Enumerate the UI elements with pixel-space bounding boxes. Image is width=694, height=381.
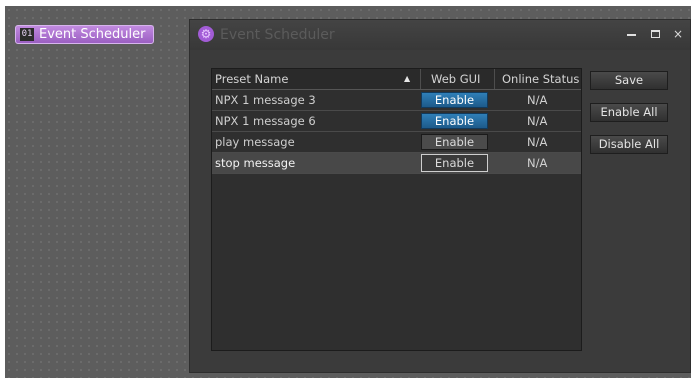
preset-name: NPX 1 message 3: [215, 93, 316, 107]
column-header-preset-name[interactable]: Preset Name: [215, 69, 288, 89]
maximize-icon: [650, 30, 660, 38]
maximize-button[interactable]: [647, 26, 663, 42]
online-status: N/A: [527, 93, 548, 107]
preset-table: Preset Name ▲ Web GUI Online Status NPX …: [211, 68, 582, 351]
disable-all-button[interactable]: Disable All: [590, 135, 668, 154]
minimize-button[interactable]: [623, 26, 639, 42]
node-number-icon: 01: [20, 28, 34, 41]
enable-button[interactable]: Enable: [421, 134, 488, 150]
window-titlebar[interactable]: ⚙ Event Scheduler ×: [190, 20, 690, 50]
enable-button[interactable]: Enable: [421, 113, 488, 129]
table-row[interactable]: NPX 1 message 6 Enable N/A: [212, 111, 581, 132]
column-header-web-gui[interactable]: Web GUI: [431, 69, 480, 89]
preset-name: stop message: [215, 156, 296, 170]
table-row[interactable]: play message Enable N/A: [212, 132, 581, 153]
event-scheduler-node[interactable]: 01 Event Scheduler: [15, 25, 154, 44]
node-label: Event Scheduler: [39, 27, 146, 42]
gear-icon: ⚙: [198, 26, 214, 42]
table-row[interactable]: NPX 1 message 3 Enable N/A: [212, 90, 581, 111]
table-row[interactable]: stop message Enable N/A: [212, 153, 581, 174]
column-divider: [494, 69, 495, 89]
preset-name: play message: [215, 135, 295, 149]
preset-name: NPX 1 message 6: [215, 114, 316, 128]
online-status: N/A: [527, 114, 548, 128]
enable-button[interactable]: Enable: [421, 154, 488, 172]
table-header: Preset Name ▲ Web GUI Online Status: [212, 69, 581, 90]
sort-ascending-icon[interactable]: ▲: [404, 69, 410, 89]
enable-button[interactable]: Enable: [421, 92, 488, 108]
online-status: N/A: [527, 156, 548, 170]
save-button[interactable]: Save: [590, 71, 668, 90]
event-scheduler-window: ⚙ Event Scheduler × Preset Name ▲ Web GU…: [190, 20, 690, 372]
window-title: Event Scheduler: [220, 27, 335, 43]
minimize-icon: [626, 34, 636, 36]
column-divider: [420, 69, 421, 89]
enable-all-button[interactable]: Enable All: [590, 103, 668, 122]
online-status: N/A: [527, 135, 548, 149]
close-button[interactable]: ×: [670, 26, 686, 42]
column-header-online-status[interactable]: Online Status: [502, 69, 579, 89]
